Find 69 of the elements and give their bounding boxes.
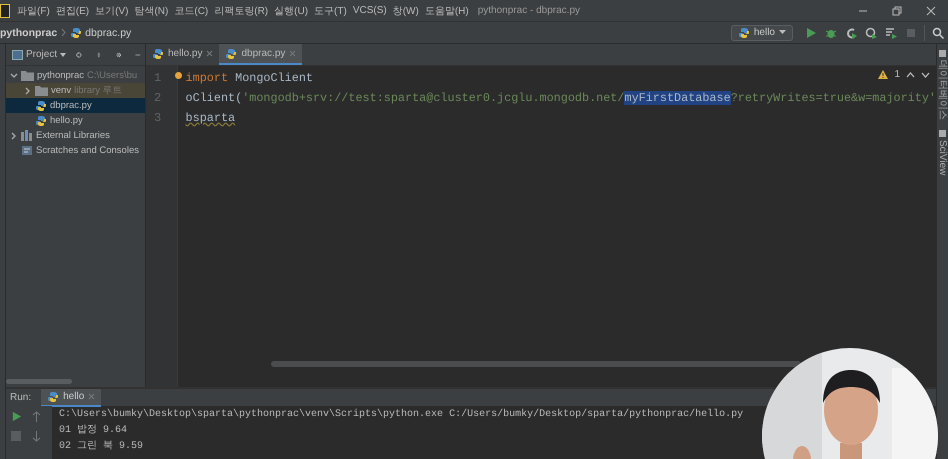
run-icon[interactable] — [805, 26, 817, 38]
python-file-icon — [35, 114, 47, 126]
project-view-dropdown[interactable]: Project — [12, 49, 66, 60]
chevron-right-icon[interactable] — [10, 132, 18, 140]
warning-count[interactable]: 1 — [894, 69, 900, 80]
editor-tab[interactable]: dbprac.py — [219, 44, 302, 65]
tree-item[interactable]: pythonprac C:\Users\bu — [6, 68, 145, 83]
app-logo-icon — [0, 4, 10, 18]
menu-item[interactable]: 편집(E) — [52, 4, 92, 18]
folder-icon — [35, 85, 48, 96]
python-file-icon — [225, 48, 238, 60]
run-config-dropdown[interactable]: hello — [730, 24, 793, 40]
menu-item[interactable]: VCS(S) — [350, 5, 390, 16]
warning-icon[interactable] — [878, 70, 888, 79]
tool-window-tab[interactable]: 데이터베이스 — [937, 60, 948, 120]
console-line: C:\Users\bumky\Desktop\sparta\pythonprac\venv\Scripts\python.exe C:/Users/bumky/Desktop/sparta/pythonprac/hello.py — [59, 408, 744, 422]
caret-icon — [779, 30, 786, 35]
concurrency-icon[interactable] — [885, 26, 897, 38]
chevron-right-icon[interactable] — [24, 86, 32, 94]
python-file-icon — [152, 48, 164, 60]
code-line: import MongoClient — [186, 70, 313, 87]
python-file-icon — [35, 100, 47, 112]
console-line: 02 그린 북 9.59 — [59, 440, 144, 454]
python-file-icon — [70, 26, 82, 38]
chevron-down-icon[interactable] — [10, 72, 18, 80]
breadcrumb-item[interactable]: dbprac.py — [70, 26, 132, 38]
console-line: 01 밥정 9.64 — [59, 424, 128, 438]
menu-item[interactable]: 리팩토링(R) — [211, 4, 272, 18]
arrow-up-icon[interactable] — [32, 410, 40, 422]
scrollbar[interactable] — [271, 361, 801, 367]
close-icon[interactable] — [206, 50, 214, 57]
tree-item[interactable]: External Libraries — [6, 128, 145, 143]
menu-item[interactable]: 탐색(N) — [131, 4, 172, 18]
search-icon[interactable] — [932, 26, 944, 38]
library-icon — [21, 130, 33, 141]
next-icon[interactable] — [921, 72, 930, 78]
python-file-icon — [738, 26, 750, 38]
menu-item[interactable]: 코드(C) — [171, 4, 212, 18]
tree-item[interactable]: Scratches and Consoles — [6, 143, 145, 158]
python-file-icon — [47, 390, 60, 402]
menu-item[interactable]: 실행(U) — [271, 4, 312, 18]
run-label: Run: — [10, 392, 32, 403]
code-line: bsparta — [186, 110, 236, 127]
folder-icon — [21, 70, 34, 81]
coverage-icon[interactable] — [845, 26, 857, 38]
previous-icon[interactable] — [906, 72, 915, 78]
tool-window-tab[interactable]: SciView — [937, 140, 948, 176]
scratch-icon — [21, 145, 33, 156]
menu-item[interactable]: 파일(F) — [14, 4, 53, 18]
editor-tab[interactable]: hello.py — [146, 44, 220, 65]
code-line: oClient('mongodb+srv://test:sparta@cluster0.jcglu.mongodb.net/myFirstDatabase?retryWrites=true&w=majority' — [186, 90, 936, 107]
menu-item[interactable]: 도움말(H) — [422, 4, 472, 18]
profiler-icon[interactable] — [865, 26, 877, 38]
tree-item[interactable]: hello.py — [6, 113, 145, 128]
window-title: pythonprac - dbprac.py — [478, 5, 580, 16]
menu-item[interactable]: 창(W) — [390, 4, 422, 18]
close-icon[interactable] — [925, 4, 937, 16]
breadcrumb-item[interactable]: pythonprac — [0, 26, 58, 38]
tree-item[interactable]: dbprac.py — [6, 98, 145, 113]
panel-icon — [12, 50, 23, 60]
arrow-down-icon[interactable] — [32, 430, 40, 442]
menu-item[interactable]: 도구(T) — [311, 4, 350, 18]
rerun-icon[interactable] — [10, 410, 22, 422]
chevron-right-icon — [61, 28, 66, 37]
menu-item[interactable]: 보기(V) — [92, 4, 132, 18]
caret-icon — [60, 52, 66, 56]
restore-icon[interactable] — [891, 4, 903, 16]
tree-item[interactable]: venv library 루트 — [6, 83, 145, 98]
run-tab[interactable]: hello — [41, 388, 102, 406]
